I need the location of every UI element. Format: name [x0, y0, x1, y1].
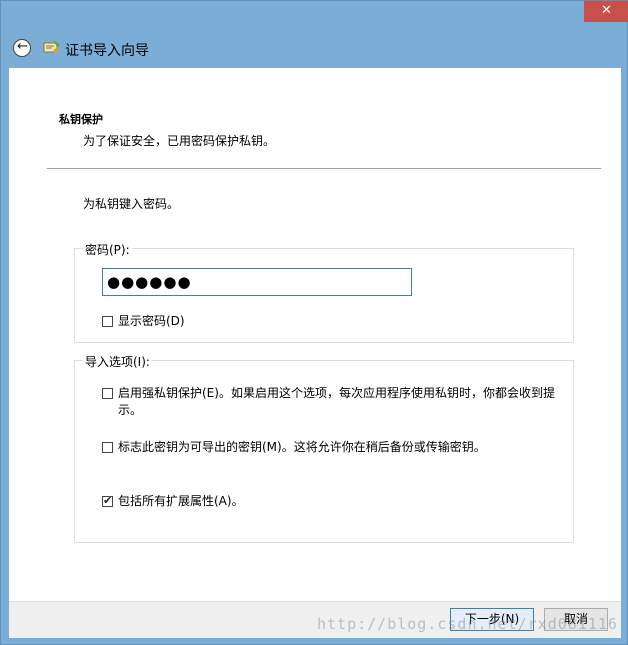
strong-protection-option[interactable]: 启用强私钥保护(E)。如果启用这个选项，每次应用程序使用私钥时，你都会收到提示。: [102, 385, 562, 419]
import-options-label: 导入选项(I):: [83, 353, 152, 370]
back-button[interactable]: ←: [13, 39, 31, 57]
watermark: http://blog.csdn.net/rxd081116: [317, 615, 618, 633]
wizard-header: 私钥保护 为了保证安全，已用密码保护私钥。: [9, 68, 621, 170]
section-description: 为了保证安全，已用密码保护私钥。: [83, 134, 276, 148]
import-options-group: 导入选项(I): 启用强私钥保护(E)。如果启用这个选项，每次应用程序使用私钥时…: [74, 353, 574, 543]
title-bar: ← 证书导入向导: [1, 31, 627, 67]
extended-properties-label: 包括所有扩展属性(A)。: [118, 494, 244, 508]
strong-protection-checkbox[interactable]: [102, 388, 113, 399]
wizard-window: ✕ ← 证书导入向导 私钥保护 为了保证安全，已用密码保护私钥。 为私钥键入密码…: [0, 0, 628, 645]
window-title: 证书导入向导: [65, 43, 149, 59]
section-heading: 私钥保护: [59, 113, 103, 126]
instruction-text: 为私钥键入密码。: [83, 197, 180, 211]
exportable-option[interactable]: 标志此密钥为可导出的密钥(M)。这将允许你在稍后备份或传输密钥。: [102, 439, 562, 456]
close-button[interactable]: ✕: [584, 1, 628, 22]
certificate-icon: [43, 40, 60, 54]
header-divider: [47, 168, 601, 169]
password-group: 密码(P): ●●●●●● 显示密码(D): [74, 241, 574, 343]
close-icon: ✕: [601, 3, 612, 18]
extended-properties-checkbox[interactable]: [102, 494, 113, 507]
password-input[interactable]: ●●●●●●: [102, 268, 412, 296]
show-password-label: 显示密码(D): [118, 314, 185, 328]
exportable-label: 标志此密钥为可导出的密钥(M)。这将允许你在稍后备份或传输密钥。: [118, 440, 486, 454]
back-arrow-icon: ←: [17, 39, 28, 54]
wizard-content: 私钥保护 为了保证安全，已用密码保护私钥。 为私钥键入密码。 密码(P): ●●…: [9, 68, 621, 638]
show-password-option[interactable]: 显示密码(D): [102, 313, 185, 330]
extended-properties-option[interactable]: 包括所有扩展属性(A)。: [102, 493, 562, 510]
strong-protection-label: 启用强私钥保护(E)。如果启用这个选项，每次应用程序使用私钥时，你都会收到提示。: [118, 386, 555, 417]
password-group-label: 密码(P):: [83, 241, 132, 258]
show-password-checkbox[interactable]: [102, 316, 113, 327]
exportable-checkbox[interactable]: [102, 442, 113, 453]
